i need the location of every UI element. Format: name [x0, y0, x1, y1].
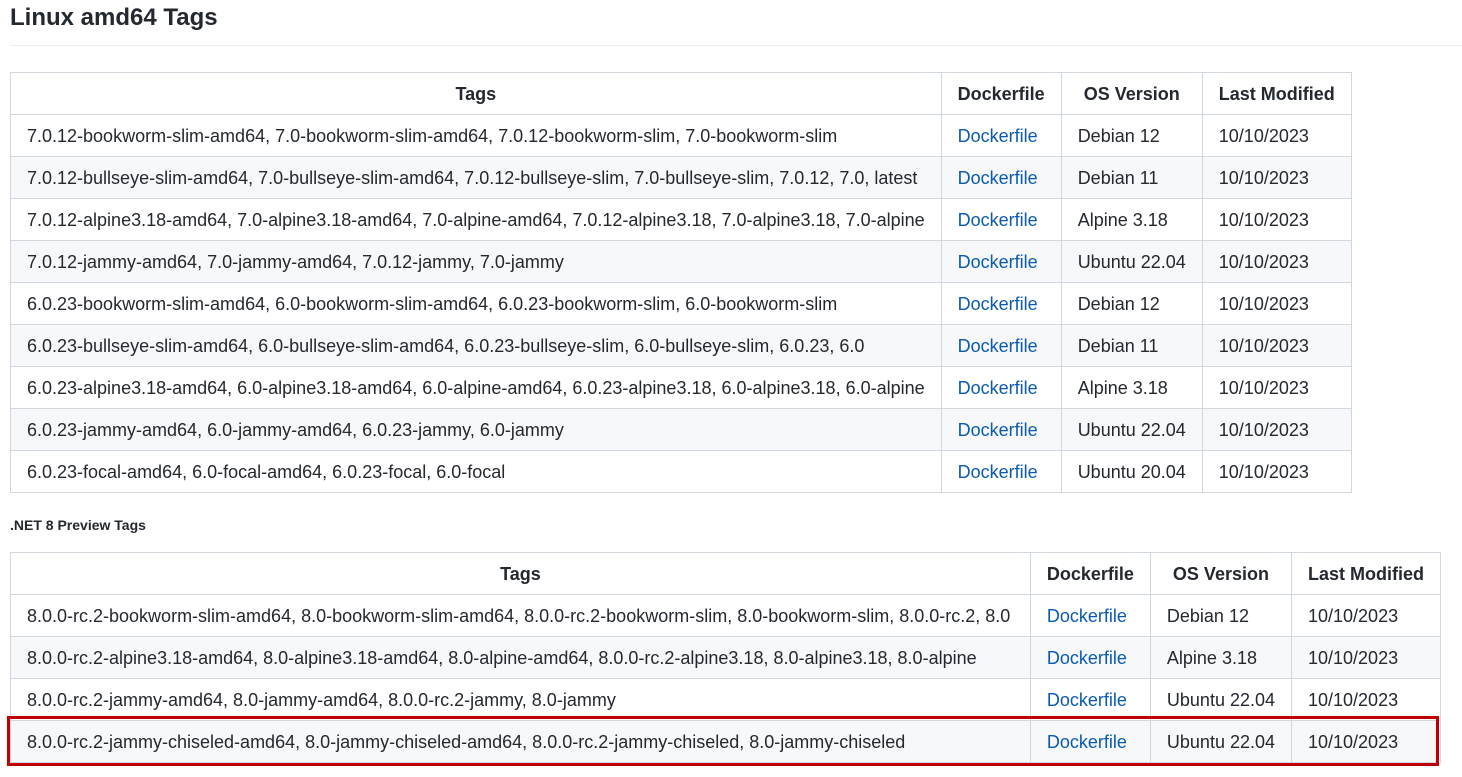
- tags-cell: 6.0.23-bookworm-slim-amd64, 6.0-bookworm…: [10, 282, 942, 325]
- dockerfile-link[interactable]: Dockerfile: [1047, 732, 1127, 752]
- tags-cell: 7.0.12-bullseye-slim-amd64, 7.0-bullseye…: [10, 156, 942, 199]
- tags-cell: 6.0.23-jammy-amd64, 6.0-jammy-amd64, 6.0…: [10, 408, 942, 451]
- column-header-dockerfile: Dockerfile: [940, 72, 1062, 115]
- last-modified-cell: 10/10/2023: [1201, 198, 1352, 241]
- table-row: 6.0.23-focal-amd64, 6.0-focal-amd64, 6.0…: [10, 450, 1352, 493]
- os-version-cell: Debian 11: [1060, 156, 1203, 199]
- dockerfile-link[interactable]: Dockerfile: [1047, 606, 1127, 626]
- dockerfile-cell: Dockerfile: [1029, 594, 1151, 637]
- dockerfile-link[interactable]: Dockerfile: [958, 126, 1038, 146]
- dockerfile-link[interactable]: Dockerfile: [958, 294, 1038, 314]
- table-row: 8.0.0-rc.2-jammy-amd64, 8.0-jammy-amd64,…: [10, 678, 1441, 721]
- tags-cell: 6.0.23-focal-amd64, 6.0-focal-amd64, 6.0…: [10, 450, 942, 493]
- last-modified-cell: 10/10/2023: [1201, 366, 1352, 409]
- table-row: 7.0.12-bookworm-slim-amd64, 7.0-bookworm…: [10, 114, 1352, 157]
- dockerfile-link[interactable]: Dockerfile: [958, 168, 1038, 188]
- dockerfile-link[interactable]: Dockerfile: [1047, 648, 1127, 668]
- tags-cell: 8.0.0-rc.2-bookworm-slim-amd64, 8.0-book…: [10, 594, 1031, 637]
- heading-divider: [10, 45, 1462, 46]
- tags-cell: 6.0.23-alpine3.18-amd64, 6.0-alpine3.18-…: [10, 366, 942, 409]
- table-row: 8.0.0-rc.2-bookworm-slim-amd64, 8.0-book…: [10, 594, 1441, 637]
- dockerfile-cell: Dockerfile: [940, 114, 1062, 157]
- column-header-os-version: OS Version: [1060, 72, 1203, 115]
- os-version-cell: Alpine 3.18: [1149, 636, 1293, 679]
- dockerfile-cell: Dockerfile: [940, 198, 1062, 241]
- os-version-cell: Debian 12: [1149, 594, 1293, 637]
- last-modified-cell: 10/10/2023: [1201, 156, 1352, 199]
- column-header-dockerfile: Dockerfile: [1029, 552, 1151, 595]
- tags-cell: 6.0.23-bullseye-slim-amd64, 6.0-bullseye…: [10, 324, 942, 367]
- table-row: 7.0.12-bullseye-slim-amd64, 7.0-bullseye…: [10, 156, 1352, 199]
- os-version-cell: Alpine 3.18: [1060, 198, 1203, 241]
- dockerfile-link[interactable]: Dockerfile: [958, 336, 1038, 356]
- last-modified-cell: 10/10/2023: [1201, 450, 1352, 493]
- column-header-os-version: OS Version: [1149, 552, 1293, 595]
- dockerfile-cell: Dockerfile: [940, 240, 1062, 283]
- table-row: 8.0.0-rc.2-alpine3.18-amd64, 8.0-alpine3…: [10, 636, 1441, 679]
- os-version-cell: Ubuntu 22.04: [1149, 720, 1293, 763]
- dockerfile-link[interactable]: Dockerfile: [958, 378, 1038, 398]
- os-version-cell: Debian 11: [1060, 324, 1203, 367]
- os-version-cell: Ubuntu 20.04: [1060, 450, 1203, 493]
- dockerfile-cell: Dockerfile: [1029, 678, 1151, 721]
- dockerfile-link[interactable]: Dockerfile: [958, 420, 1038, 440]
- tags-cell: 7.0.12-jammy-amd64, 7.0-jammy-amd64, 7.0…: [10, 240, 942, 283]
- page-content: Linux amd64 Tags Tags Dockerfile OS Vers…: [10, 0, 1462, 763]
- table-row: 7.0.12-alpine3.18-amd64, 7.0-alpine3.18-…: [10, 198, 1352, 241]
- os-version-cell: Debian 12: [1060, 114, 1203, 157]
- last-modified-cell: 10/10/2023: [1201, 282, 1352, 325]
- linux-amd64-tags-table: Tags Dockerfile OS Version Last Modified…: [10, 72, 1352, 493]
- dockerfile-cell: Dockerfile: [940, 156, 1062, 199]
- table-header-row: Tags Dockerfile OS Version Last Modified: [10, 552, 1441, 595]
- dockerfile-link[interactable]: Dockerfile: [958, 252, 1038, 272]
- last-modified-cell: 10/10/2023: [1291, 594, 1441, 637]
- column-header-last-modified: Last Modified: [1291, 552, 1441, 595]
- table-row: 6.0.23-alpine3.18-amd64, 6.0-alpine3.18-…: [10, 366, 1352, 409]
- section-heading-net8-preview-tags: .NET 8 Preview Tags: [10, 517, 146, 533]
- column-header-tags: Tags: [10, 552, 1031, 595]
- table-row-highlighted: 8.0.0-rc.2-jammy-chiseled-amd64, 8.0-jam…: [10, 720, 1441, 763]
- tags-cell: 7.0.12-bookworm-slim-amd64, 7.0-bookworm…: [10, 114, 942, 157]
- dockerfile-cell: Dockerfile: [940, 324, 1062, 367]
- tags-cell: 8.0.0-rc.2-alpine3.18-amd64, 8.0-alpine3…: [10, 636, 1031, 679]
- dockerfile-cell: Dockerfile: [940, 282, 1062, 325]
- os-version-cell: Ubuntu 22.04: [1060, 408, 1203, 451]
- os-version-cell: Debian 12: [1060, 282, 1203, 325]
- table-row: 6.0.23-bookworm-slim-amd64, 6.0-bookworm…: [10, 282, 1352, 325]
- section-heading-linux-amd64-tags: Linux amd64 Tags: [10, 4, 218, 31]
- last-modified-cell: 10/10/2023: [1291, 678, 1441, 721]
- dockerfile-cell: Dockerfile: [940, 450, 1062, 493]
- last-modified-cell: 10/10/2023: [1201, 114, 1352, 157]
- last-modified-cell: 10/10/2023: [1291, 636, 1441, 679]
- net8-preview-tags-table: Tags Dockerfile OS Version Last Modified…: [10, 552, 1441, 763]
- table-row: 6.0.23-jammy-amd64, 6.0-jammy-amd64, 6.0…: [10, 408, 1352, 451]
- last-modified-cell: 10/10/2023: [1201, 240, 1352, 283]
- os-version-cell: Ubuntu 22.04: [1149, 678, 1293, 721]
- column-header-last-modified: Last Modified: [1201, 72, 1352, 115]
- dockerfile-cell: Dockerfile: [1029, 720, 1151, 763]
- tags-cell: 8.0.0-rc.2-jammy-chiseled-amd64, 8.0-jam…: [10, 720, 1031, 763]
- os-version-cell: Ubuntu 22.04: [1060, 240, 1203, 283]
- dockerfile-cell: Dockerfile: [1029, 636, 1151, 679]
- last-modified-cell: 10/10/2023: [1291, 720, 1441, 763]
- column-header-tags: Tags: [10, 72, 942, 115]
- last-modified-cell: 10/10/2023: [1201, 408, 1352, 451]
- table-header-row: Tags Dockerfile OS Version Last Modified: [10, 72, 1352, 115]
- table-row: 7.0.12-jammy-amd64, 7.0-jammy-amd64, 7.0…: [10, 240, 1352, 283]
- last-modified-cell: 10/10/2023: [1201, 324, 1352, 367]
- os-version-cell: Alpine 3.18: [1060, 366, 1203, 409]
- dockerfile-link[interactable]: Dockerfile: [1047, 690, 1127, 710]
- tags-cell: 7.0.12-alpine3.18-amd64, 7.0-alpine3.18-…: [10, 198, 942, 241]
- dockerfile-cell: Dockerfile: [940, 366, 1062, 409]
- dockerfile-link[interactable]: Dockerfile: [958, 210, 1038, 230]
- table-row: 6.0.23-bullseye-slim-amd64, 6.0-bullseye…: [10, 324, 1352, 367]
- tags-cell: 8.0.0-rc.2-jammy-amd64, 8.0-jammy-amd64,…: [10, 678, 1031, 721]
- dockerfile-link[interactable]: Dockerfile: [958, 462, 1038, 482]
- dockerfile-cell: Dockerfile: [940, 408, 1062, 451]
